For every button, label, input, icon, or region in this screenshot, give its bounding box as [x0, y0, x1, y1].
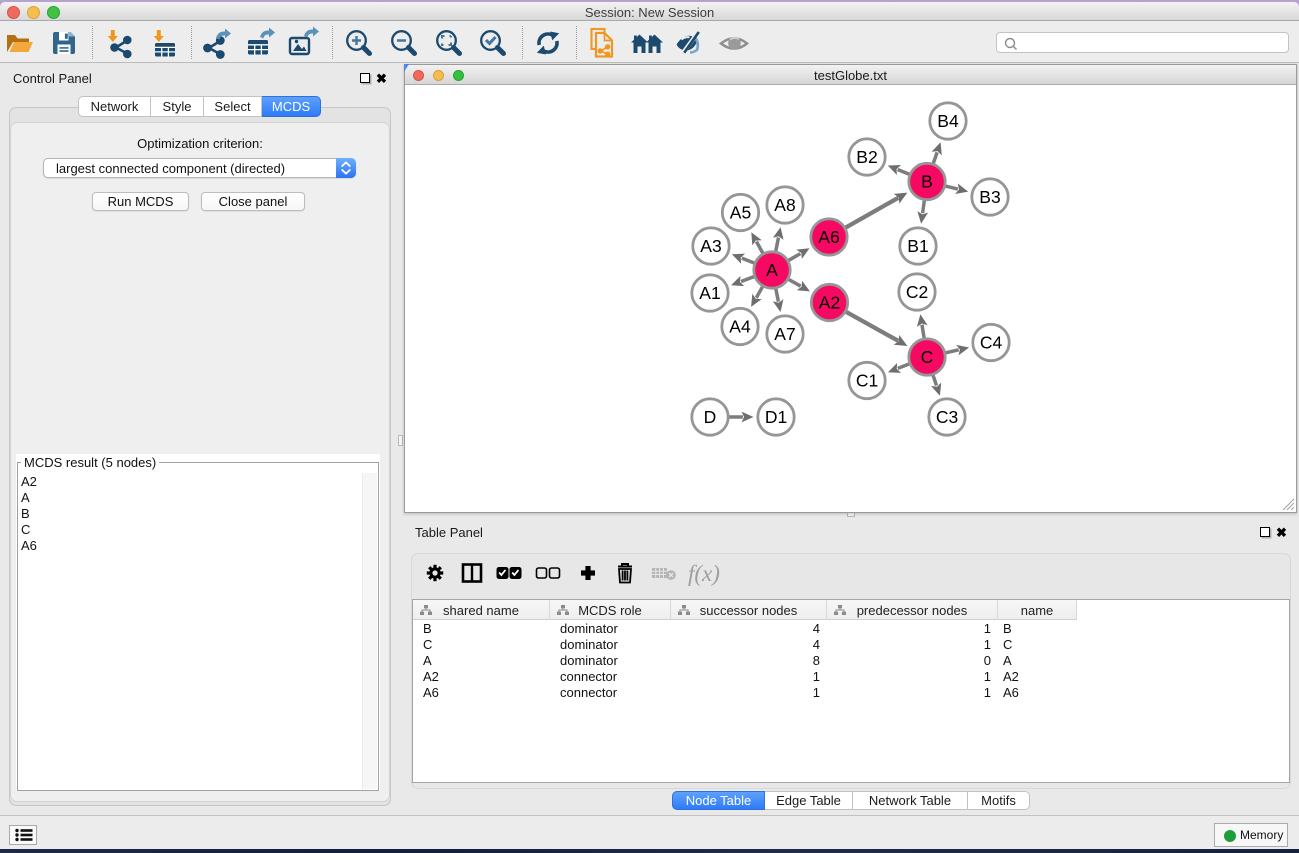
svg-text:B4: B4: [937, 111, 959, 131]
svg-text:A2: A2: [819, 293, 840, 313]
svg-text:B2: B2: [856, 147, 877, 167]
svg-text:A1: A1: [699, 283, 720, 303]
svg-text:C3: C3: [936, 407, 958, 427]
svg-text:A: A: [766, 260, 778, 280]
svg-text:D1: D1: [765, 407, 787, 427]
svg-text:A5: A5: [730, 203, 751, 223]
svg-text:B: B: [921, 172, 933, 192]
svg-text:B1: B1: [907, 236, 928, 256]
svg-text:A7: A7: [774, 324, 795, 344]
svg-text:f(x): f(x): [688, 561, 720, 586]
svg-text:D: D: [704, 407, 717, 427]
svg-text:C1: C1: [856, 371, 878, 391]
svg-text:A6: A6: [818, 227, 839, 247]
svg-text:A4: A4: [729, 317, 751, 337]
svg-text:C: C: [921, 347, 934, 367]
svg-text:A8: A8: [774, 195, 795, 215]
svg-text:A3: A3: [700, 236, 721, 256]
svg-text:C4: C4: [980, 333, 1003, 353]
svg-text:C2: C2: [906, 282, 928, 302]
svg-text:B3: B3: [979, 187, 1000, 207]
